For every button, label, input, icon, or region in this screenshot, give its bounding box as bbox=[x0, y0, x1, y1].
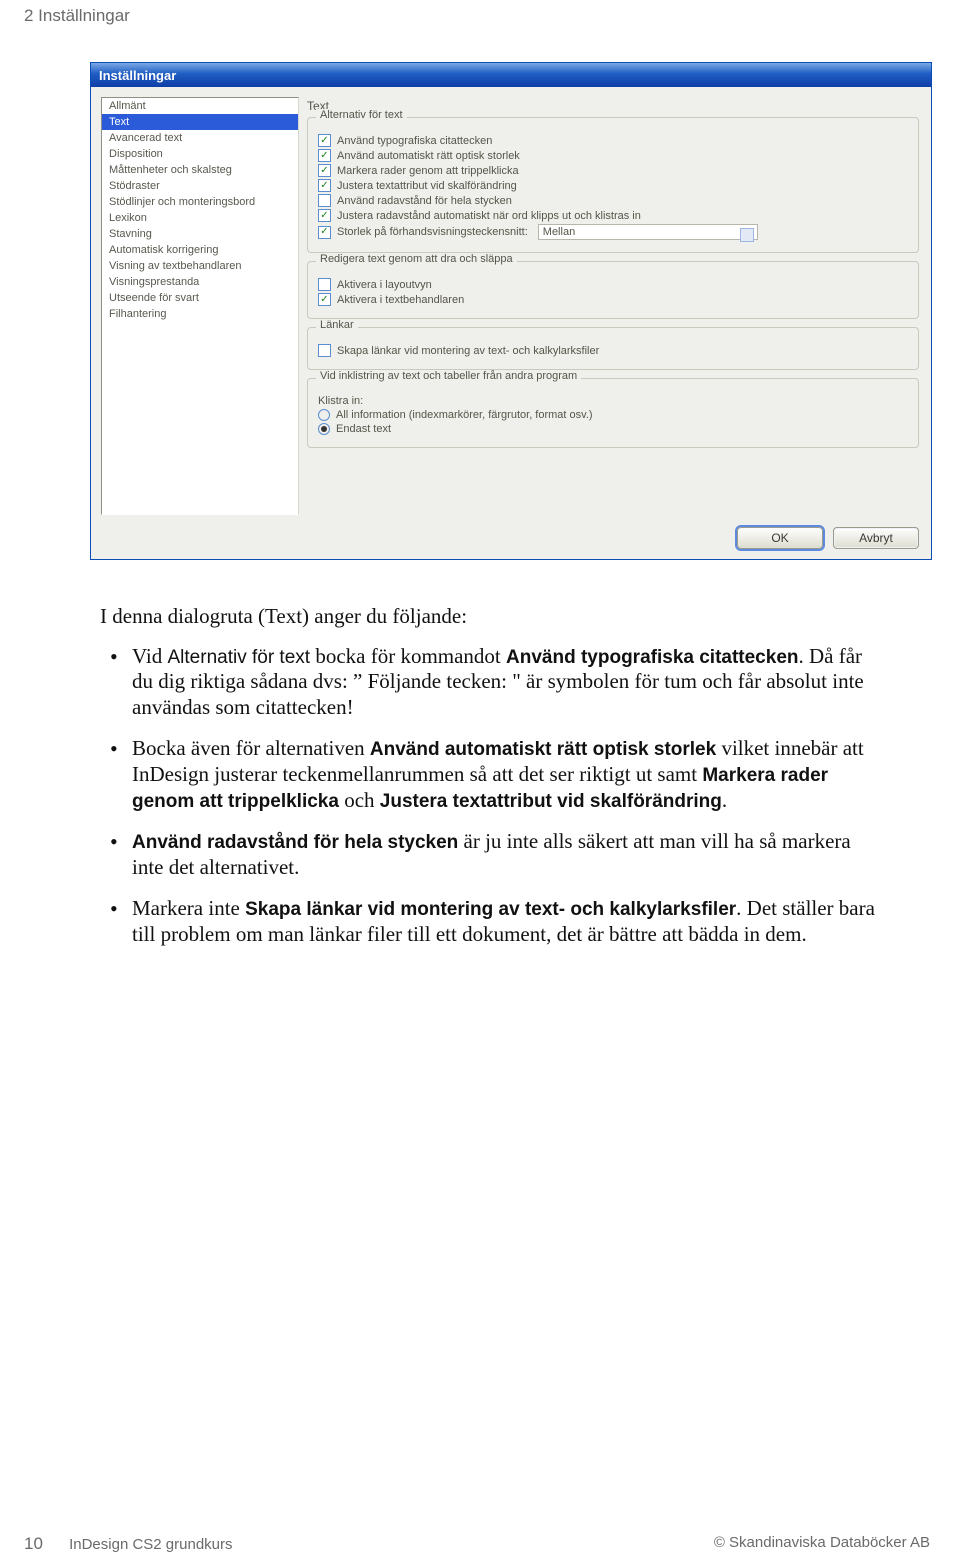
dialog-title: Inställningar bbox=[99, 68, 176, 83]
sidebar-item[interactable]: Avancerad text bbox=[102, 130, 298, 146]
checkbox[interactable]: ✓ bbox=[318, 164, 331, 177]
radio[interactable] bbox=[318, 423, 330, 435]
checkbox[interactable]: ✓ bbox=[318, 226, 331, 239]
ui-term: Justera textattribut vid skalförändring bbox=[380, 791, 722, 812]
sidebar-item[interactable]: Text bbox=[102, 114, 298, 130]
sidebar-item[interactable]: Filhantering bbox=[102, 306, 298, 322]
group-drag-edit: Redigera text genom att dra och släppa ✓… bbox=[307, 261, 919, 319]
checkbox[interactable]: ✓ bbox=[318, 149, 331, 162]
footer-left: 10 InDesign CS2 grundkurs bbox=[24, 1534, 233, 1554]
checkbox[interactable]: ✓ bbox=[318, 194, 331, 207]
text-run: och bbox=[339, 788, 380, 812]
group-legend: Redigera text genom att dra och släppa bbox=[316, 253, 517, 265]
cancel-button[interactable]: Avbryt bbox=[833, 527, 919, 549]
list-item: Markera inte Skapa länkar vid montering … bbox=[100, 896, 886, 947]
ui-term: Skapa länkar vid montering av text- och … bbox=[245, 899, 736, 920]
sidebar-item[interactable]: Stödlinjer och monteringsbord bbox=[102, 194, 298, 210]
checkbox-label: Markera rader genom att trippelklicka bbox=[337, 165, 519, 177]
ui-term: Alternativ för text bbox=[168, 647, 311, 668]
preview-size-label: Storlek på förhandsvisningsteckensnitt: bbox=[337, 226, 528, 238]
checkbox[interactable]: ✓ bbox=[318, 344, 331, 357]
checkbox-label: Använd typografiska citattecken bbox=[337, 135, 492, 147]
checkbox[interactable]: ✓ bbox=[318, 179, 331, 192]
category-sidebar: Allmänt Text Avancerad text Disposition … bbox=[101, 97, 299, 515]
list-item: Använd radavstånd för hela stycken är ju… bbox=[100, 829, 886, 880]
text-run: Bocka även för alternativen bbox=[132, 736, 370, 760]
group-legend: Länkar bbox=[316, 319, 358, 331]
checkbox[interactable]: ✓ bbox=[318, 209, 331, 222]
list-item: Vid Alternativ för text bocka för komman… bbox=[100, 644, 886, 721]
page-footer: 10 InDesign CS2 grundkurs © Skandinavisk… bbox=[0, 1534, 960, 1554]
sidebar-item[interactable]: Stavning bbox=[102, 226, 298, 242]
sidebar-item[interactable]: Stödraster bbox=[102, 178, 298, 194]
intro-paragraph: I denna dialogruta (Text) anger du följa… bbox=[100, 604, 886, 630]
group-text-alternatives: Alternativ för text ✓Använd typografiska… bbox=[307, 117, 919, 253]
preferences-dialog: Inställningar Allmänt Text Avancerad tex… bbox=[90, 62, 932, 560]
sidebar-item[interactable]: Visning av textbehandlaren bbox=[102, 258, 298, 274]
text-run: Markera inte bbox=[132, 896, 245, 920]
ui-term: Använd automatiskt rätt optisk storlek bbox=[370, 739, 716, 760]
sidebar-item[interactable]: Disposition bbox=[102, 146, 298, 162]
preview-size-dropdown[interactable]: Mellan bbox=[538, 224, 758, 240]
sidebar-item[interactable]: Utseende för svart bbox=[102, 290, 298, 306]
list-item: Bocka även för alternativen Använd autom… bbox=[100, 736, 886, 813]
sidebar-item[interactable]: Visningsprestanda bbox=[102, 274, 298, 290]
radio-label: All information (indexmarkörer, färgruto… bbox=[336, 409, 593, 421]
page-number: 10 bbox=[24, 1534, 43, 1553]
ok-button[interactable]: OK bbox=[737, 527, 823, 549]
ui-term: Använd typografiska citattecken bbox=[506, 647, 798, 668]
text-run: Vid bbox=[132, 644, 168, 668]
radio-label: Endast text bbox=[336, 423, 391, 435]
checkbox-label: Justera radavstånd automatiskt när ord k… bbox=[337, 210, 641, 222]
group-paste: Vid inklistring av text och tabeller frå… bbox=[307, 378, 919, 448]
checkbox-label: Använd automatiskt rätt optisk storlek bbox=[337, 150, 520, 162]
sidebar-item[interactable]: Automatisk korrigering bbox=[102, 242, 298, 258]
body-text: I denna dialogruta (Text) anger du följa… bbox=[100, 604, 886, 948]
footer-title: InDesign CS2 grundkurs bbox=[69, 1536, 232, 1553]
page-header: 2 Inställningar bbox=[0, 0, 960, 26]
dialog-titlebar[interactable]: Inställningar bbox=[91, 63, 931, 87]
group-links: Länkar ✓Skapa länkar vid montering av te… bbox=[307, 327, 919, 370]
checkbox-label: Justera textattribut vid skalförändring bbox=[337, 180, 517, 192]
paste-subtitle: Klistra in: bbox=[318, 395, 363, 407]
checkbox[interactable]: ✓ bbox=[318, 293, 331, 306]
checkbox[interactable]: ✓ bbox=[318, 278, 331, 291]
sidebar-item[interactable]: Allmänt bbox=[102, 98, 298, 114]
group-legend: Vid inklistring av text och tabeller frå… bbox=[316, 370, 581, 382]
footer-right: © Skandinaviska Databöcker AB bbox=[714, 1534, 930, 1554]
sidebar-item[interactable]: Måttenheter och skalsteg bbox=[102, 162, 298, 178]
ui-term: Använd radavstånd för hela stycken bbox=[132, 832, 458, 853]
sidebar-item[interactable]: Lexikon bbox=[102, 210, 298, 226]
text-run: bocka för kommandot bbox=[310, 644, 506, 668]
dialog-button-row: OK Avbryt bbox=[91, 521, 931, 559]
group-legend: Alternativ för text bbox=[316, 109, 407, 121]
settings-pane: Text Alternativ för text ✓Använd typogra… bbox=[305, 97, 921, 515]
checkbox-label: Aktivera i textbehandlaren bbox=[337, 294, 464, 306]
text-run: . bbox=[722, 788, 727, 812]
checkbox-label: Aktivera i layoutvyn bbox=[337, 279, 432, 291]
checkbox-label: Använd radavstånd för hela stycken bbox=[337, 195, 512, 207]
radio[interactable] bbox=[318, 409, 330, 421]
checkbox-label: Skapa länkar vid montering av text- och … bbox=[337, 345, 599, 357]
checkbox[interactable]: ✓ bbox=[318, 134, 331, 147]
